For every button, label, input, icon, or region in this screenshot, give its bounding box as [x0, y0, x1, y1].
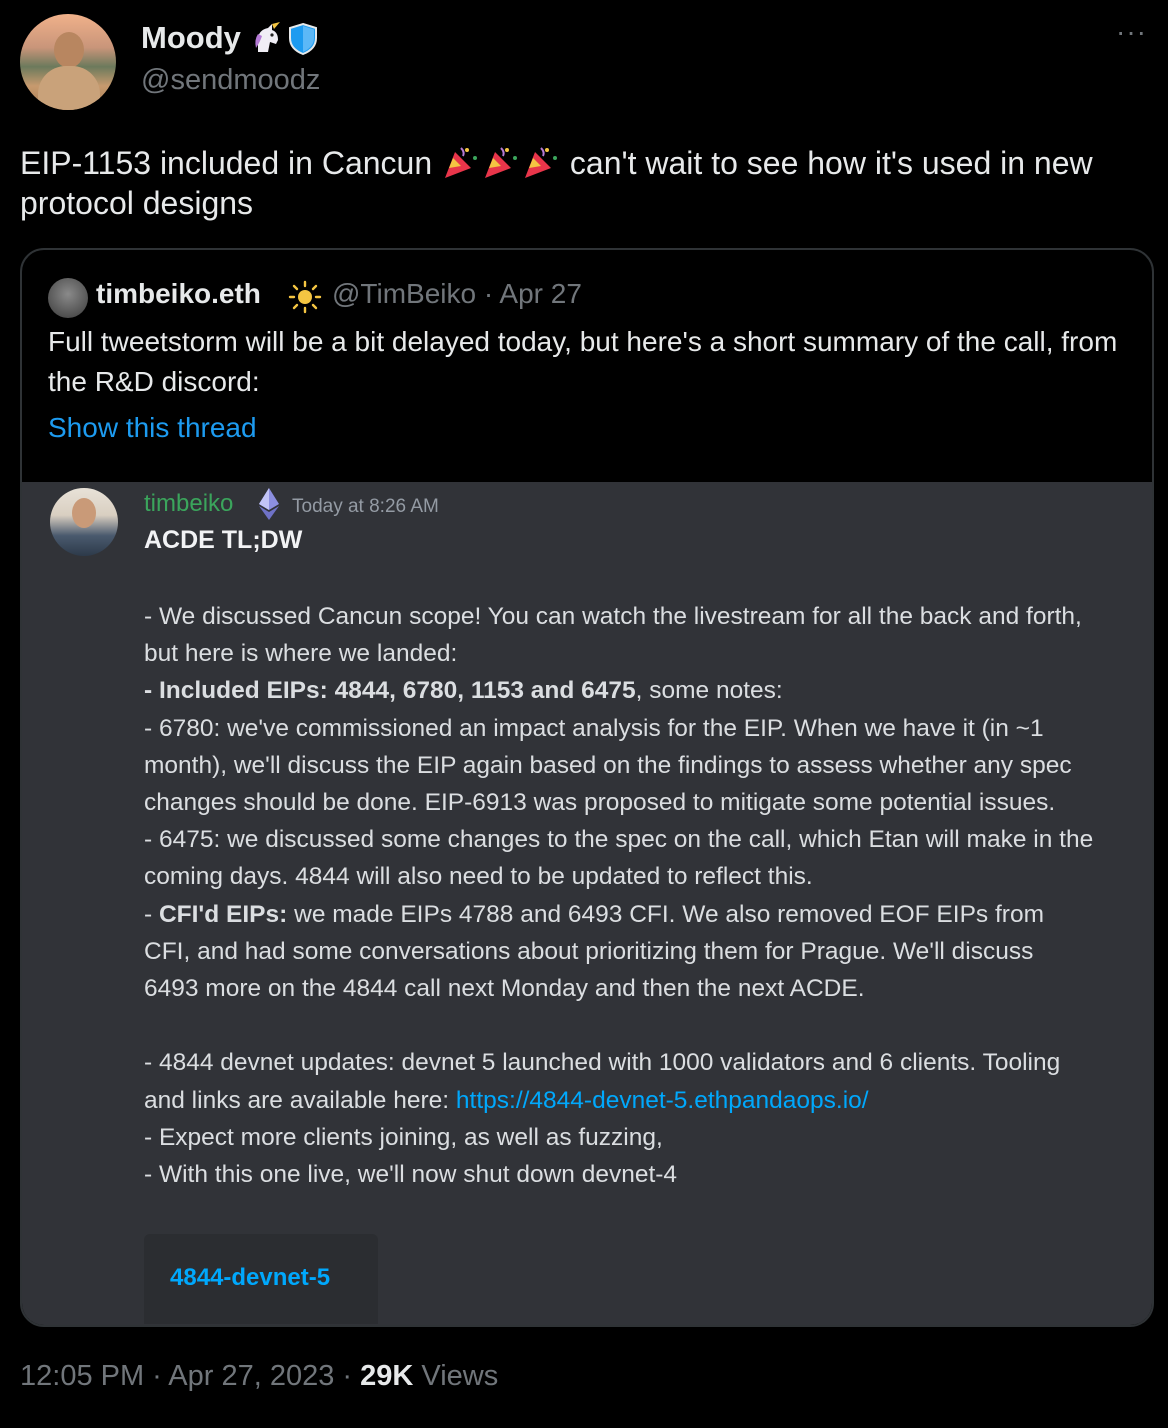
discord-screenshot[interactable]: timbeiko Today at 8:26 AM ACDE TL;DW - W… [22, 482, 1152, 1325]
discord-timestamp: Today at 8:26 AM [292, 496, 439, 517]
discord-bold-text: CFI'd EIPs: [158, 900, 288, 928]
discord-line: - CFI'd EIPs: we made EIPs 4788 and 6493… [144, 896, 1094, 1008]
party-popper-icon [525, 147, 558, 178]
author-handle[interactable]: @sendmoodz [141, 64, 320, 97]
discord-line: - With this one live, we'll now shut dow… [144, 1161, 678, 1189]
quoted-author-name[interactable]: timbeiko.eth [96, 278, 261, 310]
discord-message-body: - We discussed Cancun scope! You can wat… [144, 598, 1094, 1193]
discord-embed-card: 4844-devnet-5 [144, 1234, 378, 1324]
discord-text: - [144, 900, 159, 928]
discord-text: , some notes: [635, 677, 783, 705]
views-count[interactable]: 29K [360, 1360, 413, 1392]
quoted-author-avatar[interactable] [48, 278, 88, 318]
unicorn-icon [255, 22, 280, 52]
discord-line: - 6475: we discussed some changes to the… [144, 826, 1094, 891]
show-thread-link[interactable]: Show this thread [48, 412, 257, 444]
tweet-footer: 12:05 PM · Apr 27, 2023 · 29K Views [20, 1360, 498, 1393]
discord-line: - 4844 devnet updates: devnet 5 launched… [144, 1044, 1094, 1118]
discord-title: ACDE TL;DW [144, 526, 303, 554]
discord-bold-text: - Included EIPs: 4844, 6780, 1153 and 64… [144, 677, 636, 705]
tweet-timestamp[interactable]: 12:05 PM · Apr 27, 2023 · [20, 1360, 360, 1392]
tweet-text-start: EIP-1153 included in Cancun [20, 145, 433, 181]
discord-line: - Included EIPs: 4844, 6780, 1153 and 64… [144, 672, 1094, 709]
sun-icon [288, 280, 322, 314]
discord-line: - Expect more clients joining, as well a… [144, 1123, 663, 1151]
views-label: Views [413, 1360, 499, 1392]
author-badges [250, 22, 318, 56]
party-popper-icon [445, 147, 478, 178]
author-avatar[interactable] [20, 14, 116, 110]
discord-line: - 6780: we've commissioned an impact ana… [144, 714, 1072, 817]
discord-line: - We discussed Cancun scope! You can wat… [144, 603, 1082, 668]
quoted-tweet[interactable]: timbeiko.eth @TimBeiko · Apr 27 Full twe… [20, 248, 1154, 1327]
ethereum-icon [259, 488, 279, 520]
quoted-author-handle-date[interactable]: @TimBeiko · Apr 27 [332, 278, 582, 310]
discord-embed-title: 4844-devnet-5 [170, 1264, 331, 1291]
party-popper-icon [485, 147, 518, 178]
more-options-icon[interactable]: ··· [1116, 16, 1147, 48]
shield-icon [289, 22, 317, 56]
tweet-text: EIP-1153 included in Cancun can't wait t… [20, 143, 1140, 223]
author-name[interactable]: Moody [141, 20, 241, 56]
discord-avatar [50, 488, 118, 556]
devnet-link: https://4844-devnet-5.ethpandaops.io/ [455, 1086, 869, 1114]
discord-username: timbeiko [144, 490, 234, 517]
quoted-tweet-text: Full tweetstorm will be a bit delayed to… [48, 326, 1118, 397]
